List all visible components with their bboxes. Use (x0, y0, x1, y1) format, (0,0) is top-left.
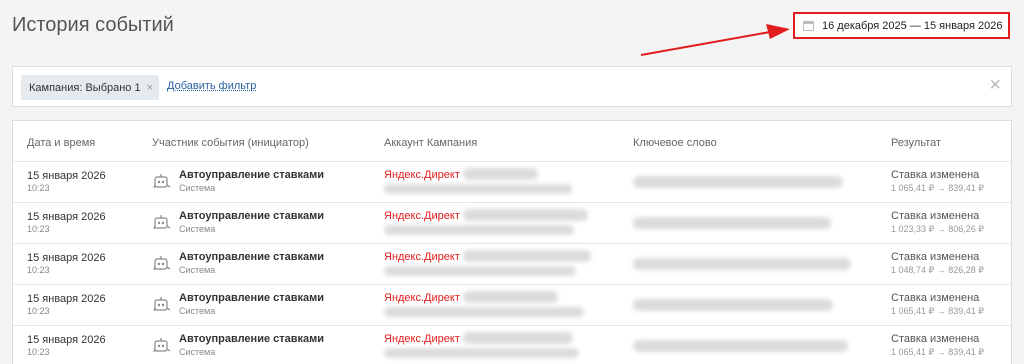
account-name: Яндекс.Директ (384, 210, 460, 222)
redacted-campaign-id (384, 225, 574, 235)
actor-name: Автоуправление ставками (179, 251, 325, 263)
redacted-campaign-id (384, 266, 576, 276)
event-time: 10:23 (27, 306, 50, 316)
table-row: 15 января 2026 10:23 Автоуправление став… (13, 284, 1013, 325)
robot-icon (153, 338, 171, 353)
header-account[interactable]: Аккаунт Кампания (384, 137, 477, 149)
robot-icon (153, 256, 171, 271)
page-title: История событий (12, 14, 174, 36)
header-actor[interactable]: Участник события (инициатор) (152, 137, 309, 149)
result-status: Ставка изменена (891, 292, 980, 304)
actor-name: Автоуправление ставками (179, 210, 325, 222)
result-status: Ставка изменена (891, 169, 980, 181)
account-name: Яндекс.Директ (384, 333, 460, 345)
event-date: 15 января 2026 (27, 211, 106, 223)
result-status: Ставка изменена (891, 251, 980, 263)
redacted-campaign-id (384, 307, 584, 317)
table-row: 15 января 2026 10:23 Автоуправление став… (13, 161, 1013, 202)
event-time: 10:23 (27, 224, 50, 234)
event-date: 15 января 2026 (27, 293, 106, 305)
robot-icon (153, 297, 171, 312)
remove-filter-icon[interactable]: × (147, 82, 153, 94)
redacted-keyword (633, 258, 851, 270)
filter-chip-label: Кампания: Выбрано 1 (29, 81, 141, 94)
account-name: Яндекс.Директ (384, 251, 460, 263)
redacted-keyword (633, 340, 848, 352)
bid-change: 1 065,41 ₽ → 839,41 ₽ (891, 306, 985, 316)
bid-change: 1 023,33 ₽ → 806,26 ₽ (891, 224, 985, 234)
header-datetime[interactable]: Дата и время (27, 137, 95, 149)
result-status: Ставка изменена (891, 333, 980, 345)
actor-role: Система (179, 183, 216, 193)
redacted-campaign (463, 168, 538, 180)
table-row: 15 января 2026 10:23 Автоуправление став… (13, 202, 1013, 243)
redacted-keyword (633, 299, 833, 311)
actor-name: Автоуправление ставками (179, 169, 325, 181)
calendar-icon (803, 20, 814, 31)
robot-icon (153, 174, 171, 189)
add-filter-link[interactable]: Добавить фильтр (167, 80, 256, 92)
header-result[interactable]: Результат (891, 137, 941, 149)
actor-name: Автоуправление ставками (179, 292, 325, 304)
event-date: 15 января 2026 (27, 252, 106, 264)
event-time: 10:23 (27, 183, 50, 193)
actor-role: Система (179, 347, 216, 357)
redacted-campaign (463, 209, 588, 221)
event-time: 10:23 (27, 347, 50, 357)
robot-icon (153, 215, 171, 230)
redacted-campaign (463, 250, 591, 262)
table-row: 15 января 2026 10:23 Автоуправление став… (13, 243, 1013, 284)
result-status: Ставка изменена (891, 210, 980, 222)
account-name: Яндекс.Директ (384, 292, 460, 304)
event-time: 10:23 (27, 265, 50, 275)
redacted-campaign-id (384, 184, 572, 194)
redacted-campaign (463, 332, 573, 344)
header-keyword[interactable]: Ключевое слово (633, 137, 717, 149)
redacted-campaign (463, 291, 558, 303)
redacted-campaign-id (384, 348, 579, 358)
redacted-keyword (633, 176, 843, 188)
event-date: 15 января 2026 (27, 334, 106, 346)
events-table: Дата и время Участник события (инициатор… (12, 120, 1013, 364)
account-name: Яндекс.Директ (384, 169, 460, 181)
date-range-label: 16 декабря 2025 — 15 января 2026 (822, 19, 1003, 32)
actor-name: Автоуправление ставками (179, 333, 325, 345)
actor-role: Система (179, 265, 216, 275)
event-date: 15 января 2026 (27, 170, 106, 182)
actor-role: Система (179, 224, 216, 234)
date-range-picker[interactable]: 16 декабря 2025 — 15 января 2026 (793, 12, 1010, 39)
table-row: 15 января 2026 10:23 Автоуправление став… (13, 325, 1013, 364)
redacted-keyword (633, 217, 831, 229)
close-icon[interactable]: × (989, 75, 1001, 95)
bid-change: 1 065,41 ₽ → 839,41 ₽ (891, 347, 985, 357)
bid-change: 1 065,41 ₽ → 839,41 ₽ (891, 183, 985, 193)
filter-chip-campaign[interactable]: Кампания: Выбрано 1 × (21, 75, 160, 100)
bid-change: 1 048,74 ₽ → 826,28 ₽ (891, 265, 985, 275)
filter-bar: Кампания: Выбрано 1 × Добавить фильтр × (12, 66, 1012, 107)
actor-role: Система (179, 306, 216, 316)
